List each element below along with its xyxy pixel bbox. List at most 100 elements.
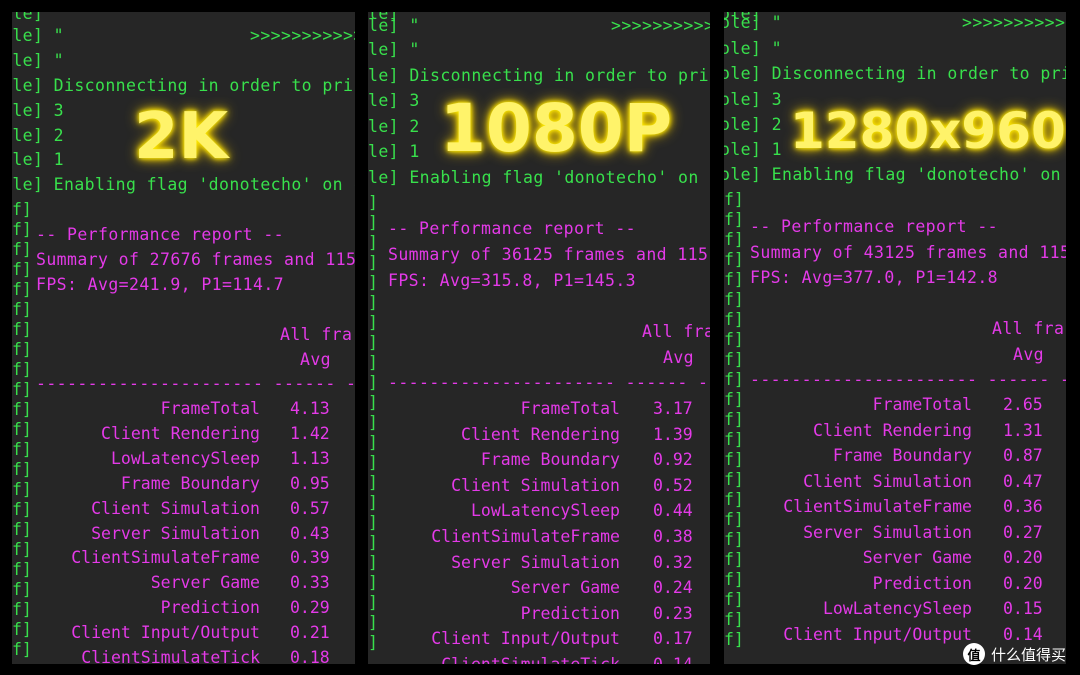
report-title: -- Performance report -- bbox=[388, 219, 637, 238]
metric-value: 0.14 bbox=[653, 655, 693, 664]
console-line: ole] " bbox=[724, 39, 783, 58]
console-line: ole] 2 bbox=[12, 126, 65, 145]
metric-label: Client Rendering bbox=[813, 420, 972, 440]
metric-value: 0.38 bbox=[653, 527, 693, 546]
console-line: ole] " bbox=[12, 26, 65, 45]
metric-label: Server Game bbox=[150, 573, 260, 593]
column-avg: Avg bbox=[663, 348, 695, 367]
metric-label: Prediction bbox=[160, 598, 260, 618]
metric-value: 0.17 bbox=[653, 629, 693, 649]
metric-value: 0.39 bbox=[290, 548, 330, 568]
metric-label: Client Rendering bbox=[101, 423, 260, 443]
metric-label: Client Rendering bbox=[461, 424, 620, 444]
console-line: le] " bbox=[368, 16, 420, 35]
report-fps: FPS: Avg=315.8, P1=145.3 bbox=[388, 271, 637, 290]
metric-label: ClientSimulateFrame bbox=[71, 548, 260, 568]
console-line: le] 3 bbox=[368, 91, 420, 110]
metric-label: Server Game bbox=[510, 578, 620, 598]
console-line: ole] " bbox=[12, 51, 65, 70]
resolution-label: 1280x960 bbox=[790, 102, 1066, 160]
console-line: ole] " bbox=[724, 13, 783, 32]
watermark-logo-icon: 值 bbox=[962, 643, 985, 665]
console-line: ole] Disconnecting in order to pri bbox=[12, 76, 354, 95]
metric-label: Server Simulation bbox=[451, 552, 620, 572]
report-divider: ---------------------- ------ - bbox=[36, 374, 355, 393]
console-line: le] 2 bbox=[368, 117, 420, 136]
metric-value: 0.33 bbox=[290, 573, 330, 593]
metric-label: ClientSimulateFrame bbox=[783, 497, 972, 516]
metric-value: 0.95 bbox=[290, 473, 330, 493]
metric-label: LowLatencySleep bbox=[110, 448, 260, 468]
metric-value: 0.21 bbox=[290, 623, 330, 643]
console-arrows: >>>>>>>>>>> bbox=[962, 13, 1066, 32]
metric-value: 0.23 bbox=[653, 603, 693, 623]
metric-value: 0.44 bbox=[653, 501, 693, 521]
metric-label: Server Game bbox=[862, 548, 972, 567]
metric-value: 0.92 bbox=[653, 450, 693, 470]
console-arrows: >>>>>>>>>>> bbox=[611, 16, 710, 35]
metric-value: 0.20 bbox=[1003, 573, 1043, 593]
metric-label: Prediction bbox=[520, 603, 620, 623]
metric-value: 0.20 bbox=[1003, 548, 1043, 567]
console-line: ole] Disconnecting in order to pri bbox=[724, 64, 1066, 83]
metric-label: ClientSimulateTick bbox=[441, 655, 620, 664]
metric-value: 4.13 bbox=[290, 399, 330, 418]
metric-label: Client Input/Output bbox=[431, 629, 620, 649]
column-avg: Avg bbox=[1013, 345, 1045, 364]
console-line: le] Enabling flag 'donotecho' on c bbox=[368, 168, 710, 187]
metric-value: 0.36 bbox=[1003, 497, 1043, 516]
watermark: 值 什么值得买 bbox=[962, 643, 1066, 665]
metric-value: 0.52 bbox=[653, 475, 693, 495]
metric-label: Client Input/Output bbox=[71, 623, 260, 643]
console-line: ole] 3 bbox=[12, 101, 65, 120]
report-divider: ---------------------- ------ - bbox=[388, 373, 709, 392]
metric-label: Frame Boundary bbox=[120, 473, 260, 493]
metric-label: FrameTotal bbox=[520, 399, 620, 418]
report-summary: Summary of 27676 frames and 115 bbox=[36, 250, 355, 269]
report-divider: ---------------------- ------ - bbox=[750, 370, 1066, 389]
report-summary: Summary of 43125 frames and 115 bbox=[750, 243, 1066, 262]
metric-value: 1.42 bbox=[290, 423, 330, 443]
metric-value: 1.31 bbox=[1003, 420, 1043, 440]
metric-value: 1.39 bbox=[653, 424, 693, 444]
console-line: le] " bbox=[368, 40, 420, 59]
report-summary: Summary of 36125 frames and 115 bbox=[388, 245, 709, 264]
console-line: ole] 1 bbox=[724, 140, 783, 159]
console-arrows: >>>>>>>>>>>>> bbox=[250, 26, 355, 45]
column-header: All fra bbox=[642, 322, 710, 341]
column-header: All fra bbox=[280, 325, 353, 344]
metric-label: ClientSimulateFrame bbox=[431, 527, 620, 546]
report-title: -- Performance report -- bbox=[750, 217, 999, 236]
metric-label: Frame Boundary bbox=[832, 446, 972, 465]
metric-label: Server Simulation bbox=[91, 523, 260, 543]
metric-value: 0.47 bbox=[1003, 471, 1043, 491]
console-gutter: f] f] f] f] f] f] f] f] f] f] f] f] f] f… bbox=[724, 190, 744, 649]
console-line: ole] Enabling flag 'donotecho' on c bbox=[724, 165, 1066, 184]
report-fps: FPS: Avg=377.0, P1=142.8 bbox=[750, 268, 999, 287]
console-panel-2k: ole] ole] " >>>>>>>>>>>>> ole] " ole] Di… bbox=[12, 12, 355, 664]
metric-value: 0.57 bbox=[290, 498, 330, 518]
report-fps: FPS: Avg=241.9, P1=114.7 bbox=[36, 275, 285, 294]
metric-value: 0.14 bbox=[1003, 624, 1043, 644]
watermark-text: 什么值得买 bbox=[990, 645, 1066, 664]
console-line: le] Disconnecting in order to pri bbox=[368, 66, 710, 85]
metric-value: 0.27 bbox=[1003, 522, 1043, 542]
console-line: ole] 3 bbox=[724, 90, 783, 109]
console-panel-1280x960: ole] ole] " >>>>>>>>>>> ole] " ole] Disc… bbox=[724, 12, 1066, 664]
console-line: le] 1 bbox=[368, 142, 420, 161]
metric-value: 0.87 bbox=[1003, 446, 1043, 465]
column-header: All fra bbox=[992, 319, 1065, 338]
column-avg: Avg bbox=[300, 350, 332, 369]
metric-label: FrameTotal bbox=[872, 395, 972, 414]
console-gutter: f] f] f] f] f] f] f] f] f] f] f] f] f] f… bbox=[12, 200, 32, 659]
metric-value: 1.13 bbox=[290, 448, 330, 468]
metric-label: LowLatencySleep bbox=[822, 599, 972, 618]
metric-label: Client Simulation bbox=[803, 471, 972, 491]
metric-value: 0.18 bbox=[290, 648, 330, 664]
metric-label: Client Input/Output bbox=[783, 624, 972, 644]
metric-label: Client Simulation bbox=[451, 475, 620, 495]
metric-value: 0.32 bbox=[653, 552, 693, 572]
metric-label: Client Simulation bbox=[91, 498, 260, 518]
metric-value: 0.24 bbox=[653, 578, 693, 598]
metric-label: FrameTotal bbox=[160, 399, 260, 418]
